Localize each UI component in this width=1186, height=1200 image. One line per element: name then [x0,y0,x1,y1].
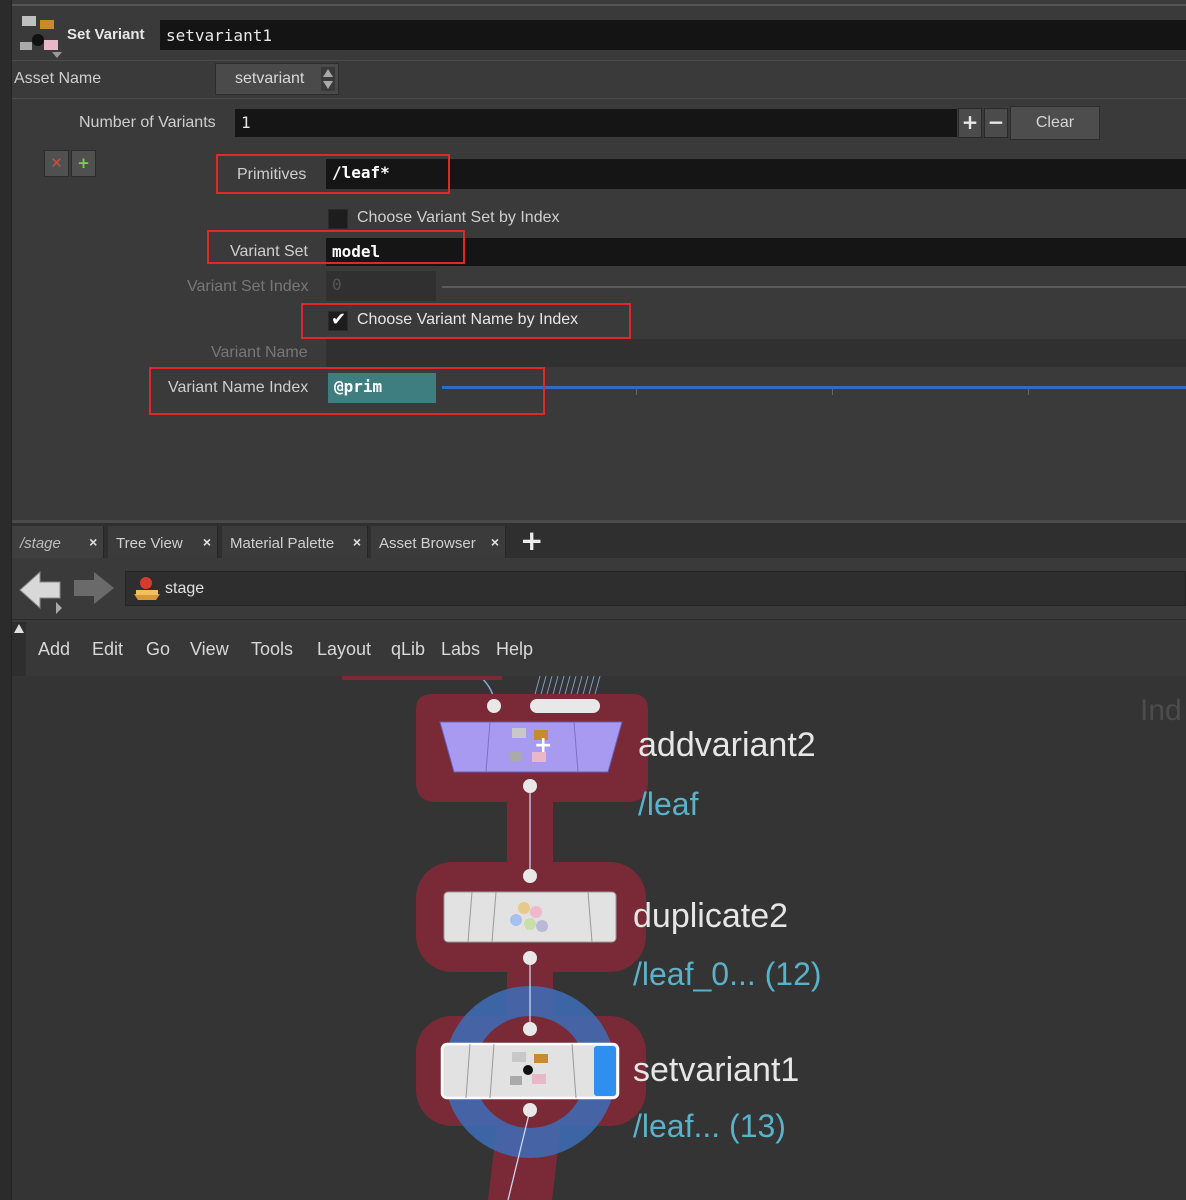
node-path-setvariant1: /leaf... (13) [633,1108,786,1144]
menu-view[interactable]: View [190,639,229,660]
stage-icon [134,577,160,600]
forward-arrow-icon[interactable] [72,570,116,610]
divider [12,60,1186,61]
svg-text:+: + [534,733,552,758]
corner-partial-text: Ind [1140,694,1182,727]
tab-label: Material Palette [230,535,335,552]
slider-tick [636,389,637,395]
node-name-setvariant1[interactable]: setvariant1 [633,1051,799,1090]
menu-tools[interactable]: Tools [251,639,293,660]
asset-name-menu[interactable]: setvariant [215,63,339,95]
variant-set-index-field[interactable]: 0 [326,271,436,301]
node-path-duplicate2: /leaf_0... (12) [633,956,822,992]
primitives-field[interactable]: /leaf* [326,159,1186,189]
set-variant-node-icon [20,16,62,58]
path-current: stage [165,580,205,597]
slider-tick [832,389,833,395]
add-tab-icon[interactable]: + [520,526,543,556]
node-name-addvariant2[interactable]: addvariant2 [638,726,816,765]
collapse-strip[interactable] [12,622,26,676]
choose-set-by-index-label: Choose Variant Set by Index [357,209,560,226]
tab-material-palette[interactable]: Material Palette × [222,526,368,561]
tab-tree-view[interactable]: Tree View × [108,526,218,561]
updown-arrows-icon [321,67,335,91]
menu-go[interactable]: Go [146,639,170,660]
close-icon[interactable]: × [353,534,361,550]
node-path-addvariant2: /leaf [638,786,699,822]
network-canvas: + [342,676,648,1200]
node-header: Set Variant [12,4,1186,60]
num-variants-label: Number of Variants [79,114,216,131]
variant-set-index-slider[interactable] [442,286,1186,288]
slider-tick [1028,389,1029,395]
collapse-up-icon [14,624,24,633]
insert-instance-button[interactable]: + [71,150,96,177]
add-variant-button[interactable]: + [958,108,982,138]
network-editor[interactable]: + Ind addvariant2 /leaf duplicate2 /leaf… [12,676,1186,1200]
highlight-box-variant-name-index [149,367,545,415]
back-arrow-icon[interactable] [18,570,70,614]
variant-name-index-slider[interactable] [442,386,1186,389]
menu-add[interactable]: Add [38,639,70,660]
pane-tab-bar: /stage × Tree View × Material Palette × … [12,520,1186,561]
tab-asset-browser[interactable]: Asset Browser × [371,526,506,561]
left-edge-strip [0,0,12,1200]
path-bar: stage [12,558,1186,620]
clear-button[interactable]: Clear [1010,106,1100,140]
menu-qlib[interactable]: qLib [391,639,425,660]
close-icon[interactable]: × [203,534,211,550]
node-name-duplicate2[interactable]: duplicate2 [633,897,788,936]
node-name-field[interactable] [160,20,1186,50]
remove-instance-button[interactable]: ✕ [44,150,69,177]
variant-set-index-label: Variant Set Index [187,278,309,295]
remove-variant-button[interactable]: − [984,108,1008,138]
close-icon[interactable]: × [89,534,97,550]
variant-name-field[interactable] [326,339,1186,367]
asset-name-label: Asset Name [14,70,102,87]
menu-labs[interactable]: Labs [441,639,480,660]
choose-set-by-index-checkbox[interactable] [328,209,348,229]
menu-edit[interactable]: Edit [92,639,123,660]
tab-stage[interactable]: /stage × [12,526,104,561]
highlight-box-choose-name [301,303,631,339]
node-type-label: Set Variant [67,26,145,43]
tab-label: Tree View [116,535,183,552]
asset-name-value: setvariant [235,70,305,87]
menu-layout[interactable]: Layout [317,639,371,660]
menu-help[interactable]: Help [496,639,533,660]
tab-label: /stage [20,535,61,552]
variant-name-label: Variant Name [211,344,308,361]
path-field[interactable]: stage [125,571,1186,606]
parameter-pane: Set Variant Asset Name setvariant Number… [12,0,1186,510]
tab-label: Asset Browser [379,535,476,552]
highlight-box-variant-set [207,230,465,264]
close-icon[interactable]: × [491,534,499,550]
network-menu-bar: Add Edit Go View Tools Layout qLib Labs … [12,622,1186,676]
num-variants-field[interactable]: 1 [235,109,957,137]
highlight-box-primitives [216,154,450,194]
divider [12,98,1186,99]
